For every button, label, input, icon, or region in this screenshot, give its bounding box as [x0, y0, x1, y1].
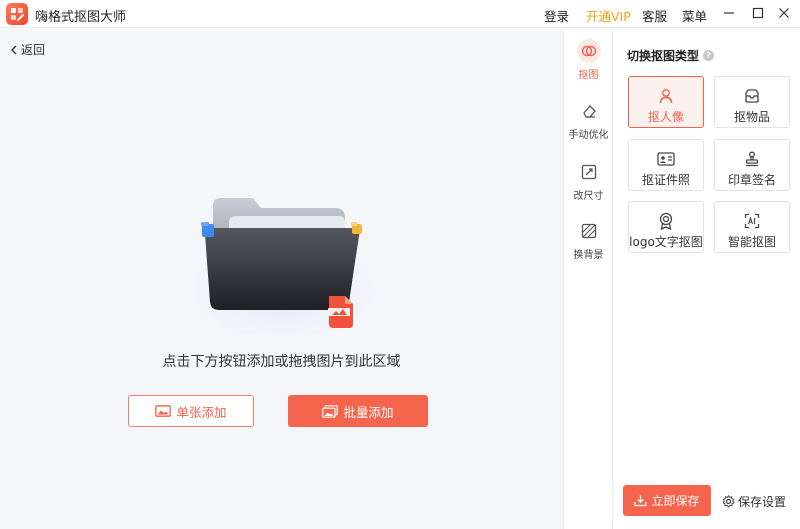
- back-label: 返回: [21, 43, 46, 57]
- app-logo-icon: [6, 3, 28, 25]
- box-icon: [715, 86, 789, 106]
- service-link[interactable]: 客服: [642, 6, 667, 25]
- save-settings-button[interactable]: 保存设置: [722, 493, 786, 510]
- resize-icon: [577, 160, 601, 184]
- type-smart-cutout[interactable]: 智能抠图: [714, 201, 790, 253]
- single-add-button[interactable]: 单张添加: [128, 395, 254, 427]
- type-logo-text-label: logo文字抠图: [629, 235, 703, 249]
- type-seal-signature-label: 印章签名: [727, 173, 776, 187]
- folder-illustration: [188, 184, 378, 339]
- image-icon: [155, 405, 172, 417]
- single-add-label: 单张添加: [176, 404, 227, 420]
- drop-area[interactable]: 返回 点击下方按钮添加或拖拽图片到此区域 单张添加 批量添加: [0, 29, 563, 529]
- eraser-icon: [577, 99, 601, 123]
- login-link[interactable]: 登录: [544, 6, 569, 25]
- save-settings-label: 保存设置: [738, 495, 787, 509]
- app-title: 嗨格式抠图大师: [35, 10, 127, 25]
- drop-hint: 点击下方按钮添加或拖拽图片到此区域: [162, 354, 401, 370]
- tool-sidebar: 抠图 手动优化 改尺寸 换背景: [563, 29, 613, 529]
- type-portrait-label: 抠人像: [647, 110, 684, 124]
- stamp-icon: [715, 149, 789, 169]
- type-logo-text[interactable]: logo文字抠图: [628, 201, 704, 253]
- id-card-icon: [629, 149, 703, 169]
- batch-add-button[interactable]: 批量添加: [288, 395, 428, 427]
- download-icon: [634, 495, 648, 507]
- help-icon[interactable]: ?: [703, 50, 715, 61]
- vip-link[interactable]: 开通VIP: [586, 6, 631, 25]
- images-icon: [322, 404, 339, 418]
- type-id-photo[interactable]: 抠证件照: [628, 139, 704, 191]
- minimize-icon[interactable]: [720, 4, 738, 22]
- type-object-label: 抠物品: [733, 110, 770, 124]
- tool-change-background[interactable]: 换背景: [564, 219, 613, 261]
- back-button[interactable]: 返回: [9, 41, 45, 58]
- tool-resize-label: 改尺寸: [573, 191, 604, 202]
- close-icon[interactable]: [775, 4, 793, 22]
- batch-add-label: 批量添加: [343, 404, 394, 420]
- panel-title: 切换抠图类型 ?: [627, 47, 715, 64]
- background-icon: [577, 219, 601, 243]
- title-bar: 嗨格式抠图大师 登录 开通VIP 客服 菜单: [0, 0, 800, 28]
- chevron-left-icon: [11, 45, 17, 54]
- type-object[interactable]: 抠物品: [714, 76, 790, 128]
- gear-icon: [722, 495, 735, 508]
- cutout-type-panel: 切换抠图类型 ? 抠人像 抠物品 抠证件照 印章签名 logo文字抠图 智能抠图…: [614, 29, 800, 529]
- type-portrait[interactable]: 抠人像: [628, 76, 704, 128]
- type-id-photo-label: 抠证件照: [641, 173, 690, 187]
- maximize-icon[interactable]: [749, 4, 767, 22]
- badge-icon: [629, 211, 703, 231]
- type-smart-cutout-label: 智能抠图: [727, 235, 776, 249]
- menu-link[interactable]: 菜单: [682, 6, 707, 25]
- tool-resize[interactable]: 改尺寸: [564, 160, 613, 202]
- tool-manual-refine-label: 手动优化: [568, 130, 609, 141]
- tool-manual-refine[interactable]: 手动优化: [564, 99, 613, 141]
- tool-cutout[interactable]: 抠图: [564, 39, 613, 81]
- cutout-icon: [576, 39, 601, 63]
- tool-change-background-label: 换背景: [573, 250, 604, 261]
- ai-icon: [715, 211, 789, 231]
- panel-title-text: 切换抠图类型: [627, 49, 700, 63]
- save-now-button[interactable]: 立即保存: [623, 485, 711, 516]
- person-icon: [629, 86, 703, 106]
- type-seal-signature[interactable]: 印章签名: [714, 139, 790, 191]
- tool-cutout-label: 抠图: [578, 70, 599, 81]
- save-now-label: 立即保存: [651, 494, 700, 508]
